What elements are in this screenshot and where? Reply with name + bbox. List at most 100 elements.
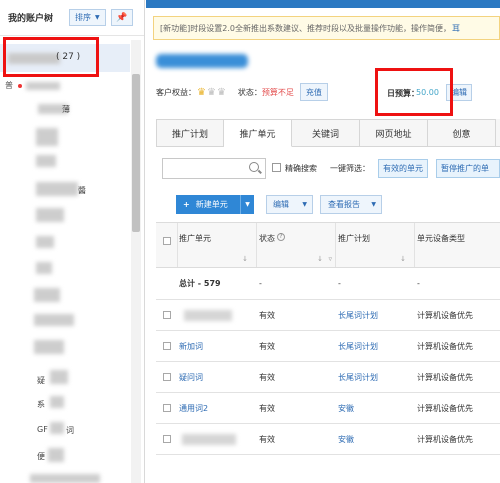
column-header-label: 推广单元	[179, 234, 211, 243]
tree-item-blur[interactable]	[36, 208, 64, 222]
device-cell: 计算机设备优先	[417, 341, 473, 351]
chevron-down-icon: ▼	[302, 201, 307, 208]
tree-item-text[interactable]: 疑	[37, 375, 45, 386]
sort-icon[interactable]: ↓	[242, 255, 248, 263]
new-unit-button[interactable]: + 新建单元 ▼	[176, 195, 254, 214]
row-checkbox[interactable]	[163, 342, 171, 350]
sort-button[interactable]: 排序 ▼	[69, 9, 106, 26]
chevron-down-icon[interactable]: ▼	[240, 195, 254, 214]
device-cell: 计算机设备优先	[417, 310, 473, 320]
tab-ad-group[interactable]: 推广单元	[224, 119, 292, 147]
status-cell: 有效	[259, 372, 275, 382]
account-tree-title: 我的账户树	[8, 14, 54, 24]
exact-search-checkbox[interactable]	[272, 163, 281, 172]
tree-item-text: 薄	[62, 105, 70, 114]
tree-item-blur	[48, 448, 64, 462]
plan-link[interactable]: 长尾词计划	[336, 300, 415, 330]
tab-keyword[interactable]: 关键词	[292, 119, 360, 147]
tree-item-blur[interactable]	[36, 182, 78, 196]
filter-icon[interactable]: ▿	[328, 255, 332, 263]
plus-icon: +	[183, 200, 190, 209]
tree-item-text: 醬	[78, 186, 86, 195]
row-checkbox[interactable]	[163, 373, 171, 381]
status-cell: 有效	[259, 310, 275, 320]
crown-icon: ♛	[206, 86, 216, 98]
row-checkbox[interactable]	[163, 311, 171, 319]
tree-item-blur[interactable]	[36, 128, 58, 146]
sort-button-label: 排序	[75, 13, 92, 22]
sidebar-scrollbar-thumb[interactable]	[132, 74, 140, 232]
blurred-unit-name[interactable]	[182, 434, 236, 445]
unit-cell	[178, 300, 257, 330]
tree-item-blur[interactable]	[34, 288, 60, 302]
tab-campaign[interactable]: 推广计划	[156, 119, 224, 147]
blurred-account-banner	[156, 54, 248, 68]
plan-link[interactable]: 安徽	[336, 424, 415, 454]
tree-item-text[interactable]: 系	[37, 399, 45, 410]
table-row[interactable]: 有效 安徽 计算机设备优先	[156, 424, 500, 455]
ad-group-table: 推广单元 ↓ 状态? ↓ ▿ 推广计划 ↓ 单元设备类型 总计 - 579 - …	[156, 222, 500, 455]
status-cell: 有效	[259, 434, 275, 444]
annotation-box	[3, 37, 99, 77]
table-row[interactable]: 新加词 有效 长尾词计划 计算机设备优先	[156, 331, 500, 362]
table-row[interactable]: 通用词2 有效 安徽 计算机设备优先	[156, 393, 500, 424]
annotation-box	[375, 68, 453, 116]
notice-link[interactable]: 耳	[452, 23, 460, 34]
tree-item-blur	[50, 422, 64, 434]
plan-link[interactable]: 安徽	[336, 393, 415, 423]
tab-url[interactable]: 网页地址	[360, 119, 428, 147]
account-tree-sidebar: 我的账户树 排序 ▼ 📌 ( 27 ) 普 薄 醬 疑 系 GF 词 便	[0, 0, 145, 483]
unit-link[interactable]: 新加词	[178, 331, 257, 361]
plan-link[interactable]: 长尾词计划	[336, 362, 415, 392]
notice-tag: [新功能]	[160, 23, 191, 33]
status-label: 状态：	[237, 87, 262, 97]
unit-link[interactable]: 疑问词	[178, 362, 257, 392]
edit-dropdown-button[interactable]: 编辑 ▼	[266, 195, 313, 214]
sub-account-row[interactable]: 普	[5, 80, 60, 91]
tab-creative[interactable]: 创意	[428, 119, 496, 147]
device-cell: 计算机设备优先	[417, 434, 473, 444]
account-tree-header: 我的账户树 排序 ▼ 📌	[0, 0, 144, 36]
table-row[interactable]: 疑问词 有效 长尾词计划 计算机设备优先	[156, 362, 500, 393]
row-checkbox[interactable]	[163, 435, 171, 443]
pin-button[interactable]: 📌	[110, 9, 133, 26]
column-header-plan[interactable]: 推广计划 ↓	[336, 223, 415, 267]
unit-link[interactable]: 通用词2	[178, 393, 257, 423]
column-header-label: 推广计划	[338, 234, 370, 243]
tree-item-blur[interactable]	[34, 314, 74, 326]
tree-item-text[interactable]: 便	[37, 451, 45, 462]
plan-link[interactable]: 长尾词计划	[336, 331, 415, 361]
recharge-button[interactable]: 充值	[299, 83, 328, 101]
row-checkbox[interactable]	[163, 404, 171, 412]
chevron-down-icon: ▼	[371, 201, 376, 208]
main-panel: [新功能] 时段设置2.0全新推出系数建议、推荐时段以及批量操作功能，操作简便，…	[146, 0, 500, 483]
column-header-device[interactable]: 单元设备类型	[415, 223, 500, 267]
tree-item-blur[interactable]	[36, 155, 56, 167]
quick-filter-label: 一键筛选：	[330, 164, 370, 173]
filter-valid-units-button[interactable]: 有效的单元	[378, 159, 428, 178]
select-all-checkbox[interactable]	[162, 237, 171, 245]
tree-item-text[interactable]: GF	[37, 425, 48, 434]
help-icon[interactable]: ?	[277, 233, 285, 241]
column-header-status[interactable]: 状态? ↓ ▿	[257, 223, 336, 267]
rights-label: 客户权益：	[156, 87, 196, 97]
view-report-label: 查看报告	[328, 200, 360, 209]
sort-icon[interactable]: ↓	[317, 255, 323, 263]
total-device: -	[417, 279, 420, 288]
unit-cell	[178, 424, 257, 454]
blurred-unit-name[interactable]	[184, 310, 232, 321]
column-header-unit[interactable]: 推广单元 ↓	[178, 223, 257, 267]
search-icon[interactable]	[249, 162, 259, 172]
tree-item-blur[interactable]	[36, 262, 52, 274]
tree-item-blur[interactable]	[34, 340, 64, 354]
row-checkbox-cell	[156, 362, 178, 392]
sort-icon[interactable]: ↓	[400, 255, 406, 263]
filter-paused-units-button[interactable]: 暂停推广的单	[436, 159, 500, 178]
tree-item-blur[interactable]	[30, 474, 100, 483]
table-row[interactable]: 有效 长尾词计划 计算机设备优先	[156, 300, 500, 331]
total-status: -	[259, 279, 262, 288]
tree-item-blur	[50, 370, 68, 384]
view-report-button[interactable]: 查看报告 ▼	[320, 195, 382, 214]
tree-item-blur[interactable]	[36, 236, 54, 248]
chevron-down-icon: ▼	[95, 14, 100, 21]
